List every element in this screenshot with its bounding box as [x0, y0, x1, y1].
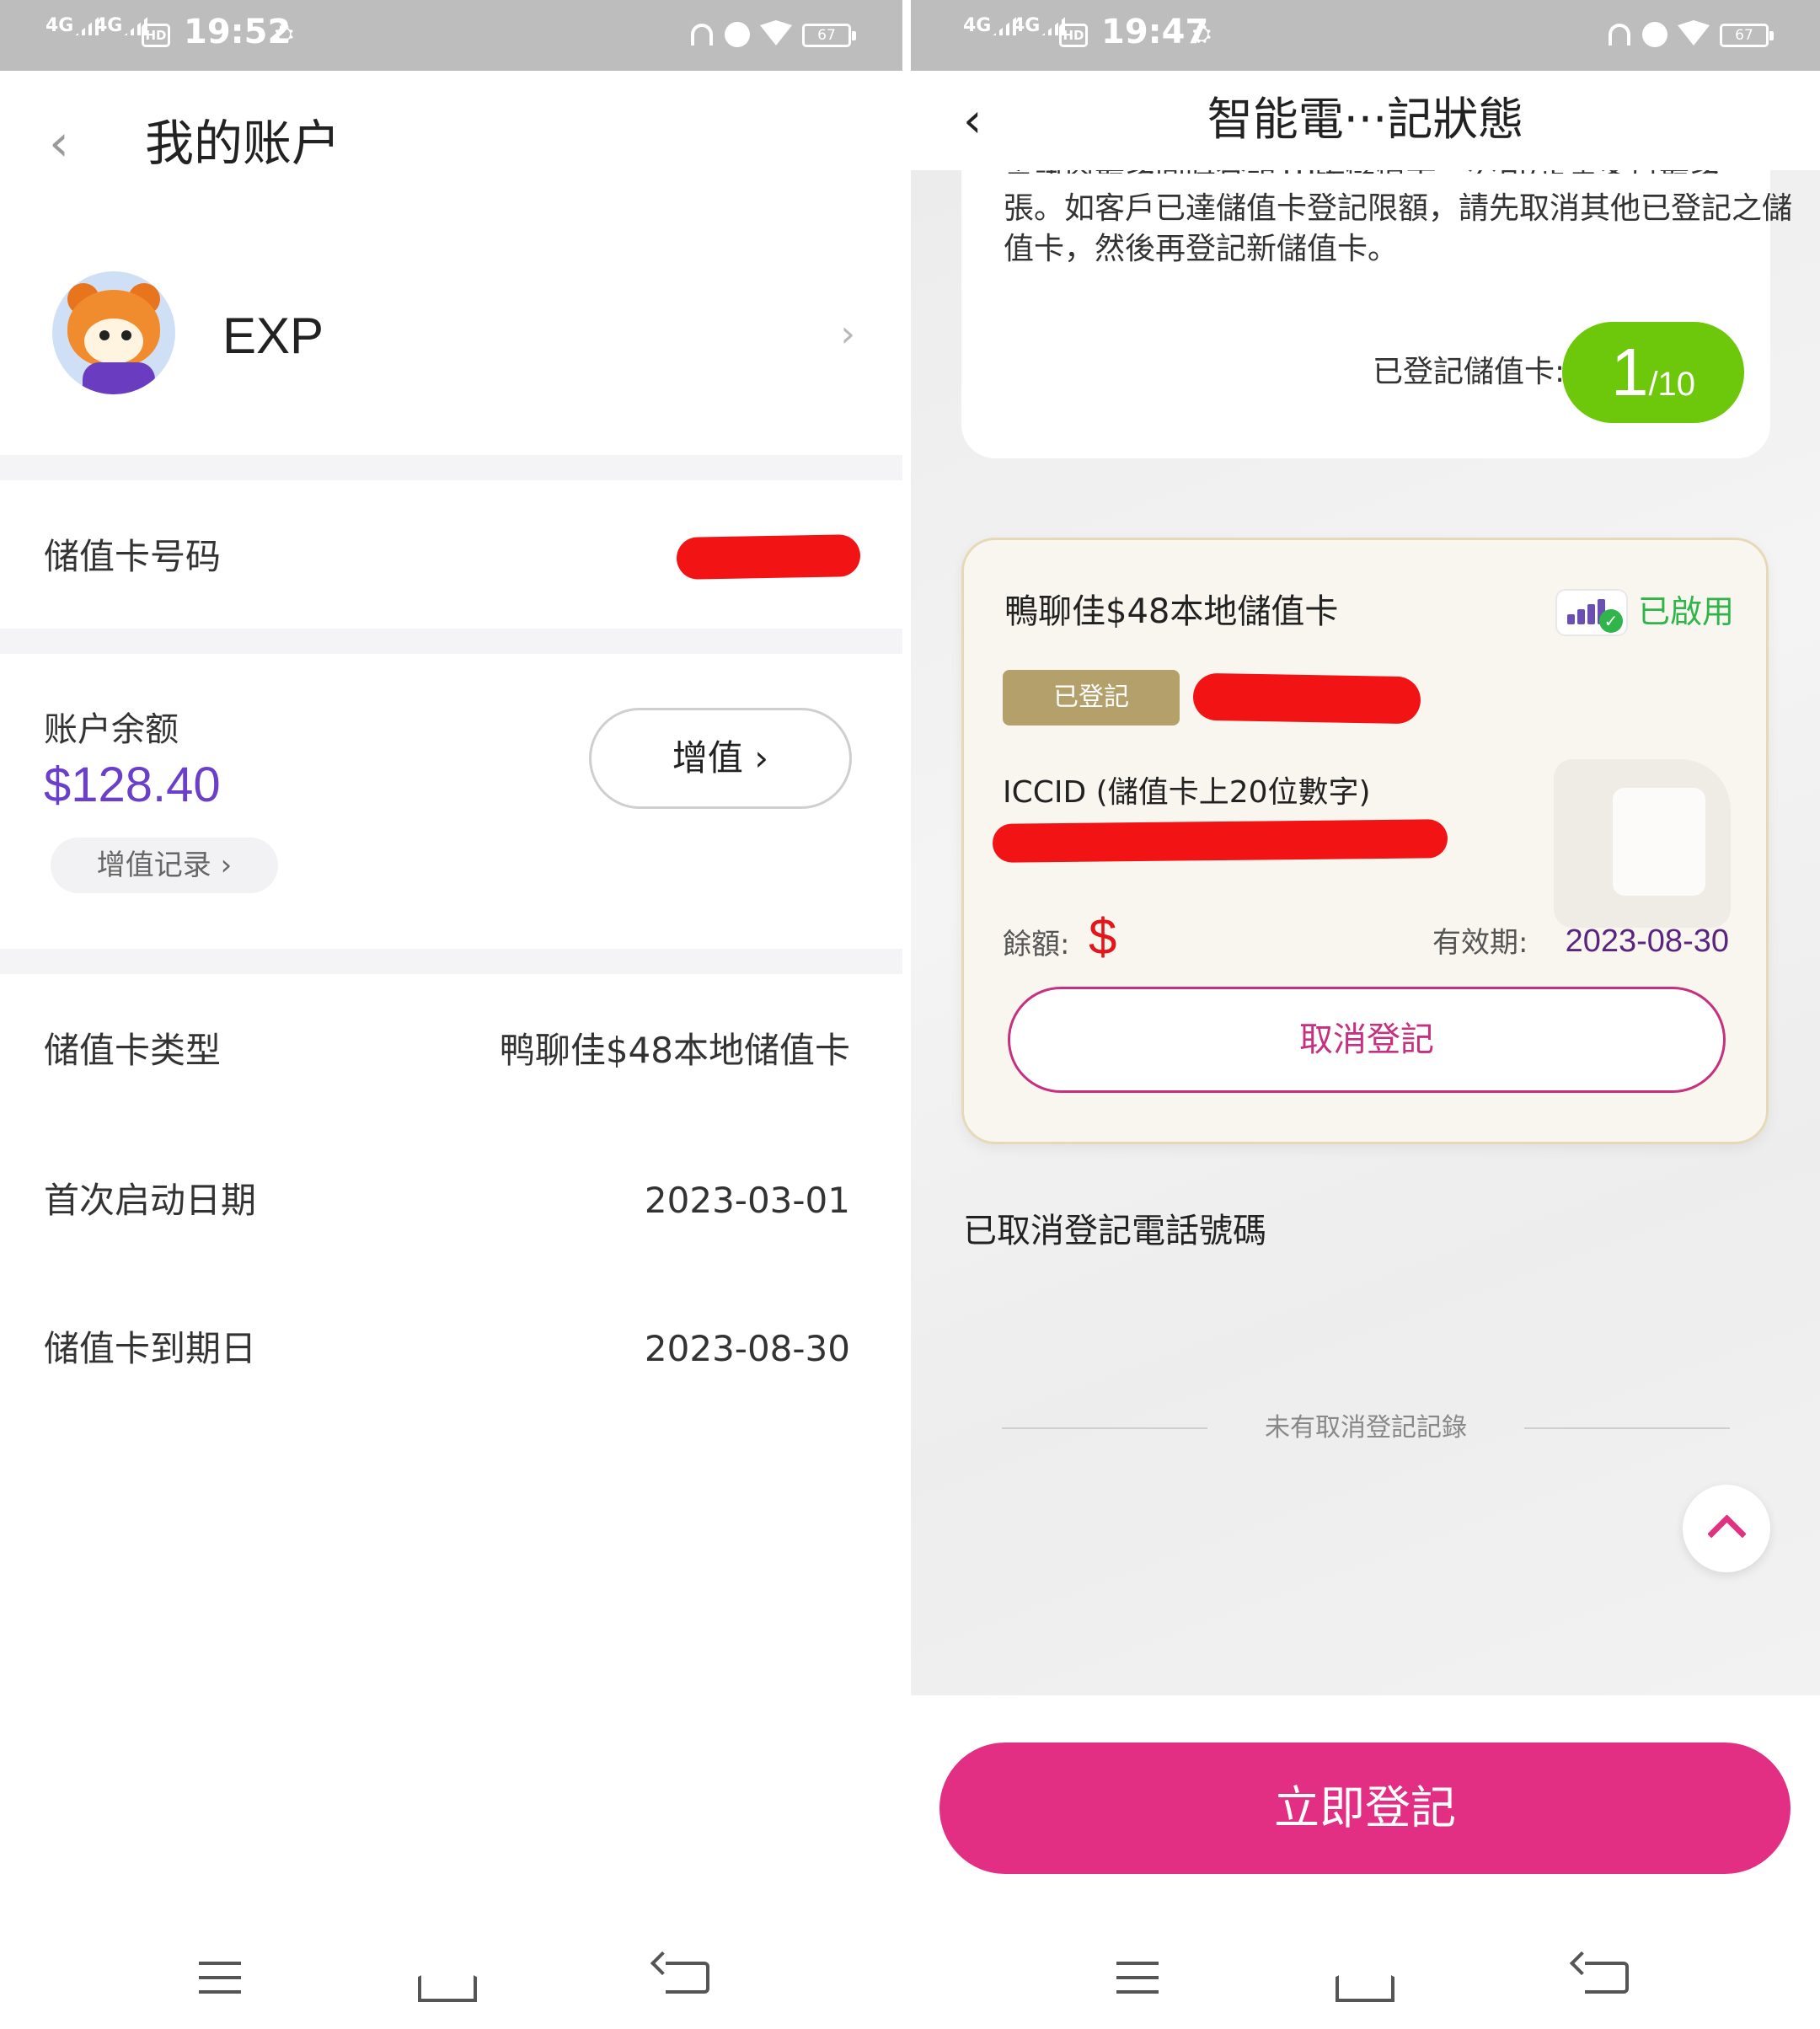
- card-type-value: 鸭聊佳$48本地储值卡: [499, 1030, 850, 1071]
- section-divider: [0, 949, 902, 974]
- expiry-label: 有效期:: [1432, 926, 1528, 960]
- back-icon[interactable]: [1585, 1962, 1629, 1994]
- panel-divider: [902, 0, 911, 2029]
- activation-date-value: 2023-03-01: [644, 1180, 850, 1221]
- signal-icon: 4G: [94, 17, 148, 35]
- alarm-icon: [725, 22, 750, 47]
- balance-value: $128.40: [44, 758, 221, 812]
- system-nav-bar: [911, 1936, 1820, 2029]
- hd-call-icon: HD: [1059, 24, 1088, 47]
- wifi-icon: [1678, 20, 1710, 46]
- account-screen: 4G 4G HD 19:52 ⛭ 67 ‹ 我的账户 EXP › 储值卡号码 账…: [0, 0, 902, 2029]
- back-chevron-icon[interactable]: ‹: [49, 118, 69, 169]
- expiry-date-value: 2023-08-30: [644, 1328, 850, 1369]
- redacted-card-number: [676, 534, 861, 580]
- app-header: ‹ 智能電···記狀態: [911, 71, 1820, 170]
- menu-icon[interactable]: [1116, 1962, 1159, 1994]
- cancel-registration-button[interactable]: 取消登記: [1008, 987, 1726, 1093]
- status-bar: 4G 4G HD 19:52 ⛭ 67: [0, 0, 902, 71]
- home-icon[interactable]: [1336, 1962, 1394, 2002]
- iccid-label: ICCID (儲值卡上20位數字): [1003, 775, 1371, 810]
- balance-label: 账户余额: [44, 710, 179, 749]
- system-nav-bar: [0, 1936, 902, 2029]
- menu-icon[interactable]: [199, 1962, 241, 1994]
- sim-card-icon: [1554, 759, 1731, 928]
- battery-icon: 67: [802, 24, 856, 47]
- wifi-icon: [760, 20, 792, 46]
- balance-label: 餘額:: [1003, 928, 1070, 961]
- notice-text: 張。如客戶已達儲值卡登記限額，請先取消其他已登記之儲值卡，然後再登記新儲值卡。: [1004, 191, 1793, 266]
- signal-icon: 4G: [963, 17, 1017, 35]
- battery-icon: 67: [1720, 24, 1774, 47]
- hd-call-icon: HD: [142, 24, 170, 47]
- home-icon[interactable]: [418, 1962, 477, 2002]
- divider-line: [1524, 1427, 1730, 1429]
- registration-status-screen: 4G 4G HD 19:47 ⛭ 67 ‹ 智能電···記狀態 電訊商最多同時登…: [911, 0, 1820, 2029]
- registered-badge: 已登記: [1003, 670, 1180, 725]
- divider-line: [1002, 1427, 1207, 1429]
- notification-icon: ⛭: [1192, 19, 1212, 47]
- registered-count-label: 已登記儲值卡:: [1373, 355, 1566, 389]
- redacted-phone-number: [1192, 672, 1421, 725]
- notification-icon: ⛭: [275, 19, 294, 47]
- registered-count-badge: 1/10: [1562, 322, 1744, 423]
- expiry-date-label: 储值卡到期日: [44, 1328, 257, 1369]
- signal-icon: 4G: [1012, 17, 1066, 35]
- balance-value: $: [1089, 908, 1117, 965]
- topup-history-button[interactable]: 增值记录 ›: [51, 838, 278, 893]
- back-icon[interactable]: [666, 1962, 709, 1994]
- cancelled-section-title: 已取消登記電話號碼: [963, 1212, 1266, 1250]
- card-title: 鴨聊佳$48本地儲值卡: [1004, 592, 1339, 631]
- topup-button[interactable]: 增值 ›: [589, 708, 852, 809]
- status-badge: 已啟用: [1638, 593, 1735, 630]
- alarm-icon: [1642, 22, 1667, 47]
- scroll-to-top-icon[interactable]: [1683, 1485, 1770, 1572]
- profile-name[interactable]: EXP: [222, 307, 324, 366]
- status-bar: 4G 4G HD 19:47 ⛭ 67: [911, 0, 1820, 71]
- register-now-button[interactable]: 立即登記: [939, 1743, 1791, 1874]
- section-divider: [0, 455, 902, 480]
- avatar[interactable]: [52, 271, 175, 394]
- sim-card: 鴨聊佳$48本地儲值卡 ✓ 已啟用 已登記 ICCID (儲值卡上20位數字) …: [961, 538, 1769, 1144]
- expiry-value: 2023-08-30: [1565, 923, 1729, 959]
- headphones-icon: [1609, 24, 1630, 46]
- headphones-icon: [691, 24, 713, 46]
- section-divider: [0, 629, 902, 654]
- card-number-label: 储值卡号码: [44, 536, 222, 577]
- activation-date-label: 首次启动日期: [44, 1180, 257, 1221]
- signal-active-icon: ✓: [1555, 589, 1628, 636]
- card-type-label: 储值卡类型: [44, 1030, 222, 1071]
- page-title: 智能電···記狀態: [1207, 93, 1524, 146]
- signal-icon: 4G: [46, 17, 99, 35]
- redacted-iccid: [992, 819, 1448, 863]
- empty-state-text: 未有取消登記記錄: [1265, 1413, 1467, 1443]
- chevron-right-icon[interactable]: ›: [840, 313, 855, 356]
- page-title: 我的账户: [145, 115, 341, 172]
